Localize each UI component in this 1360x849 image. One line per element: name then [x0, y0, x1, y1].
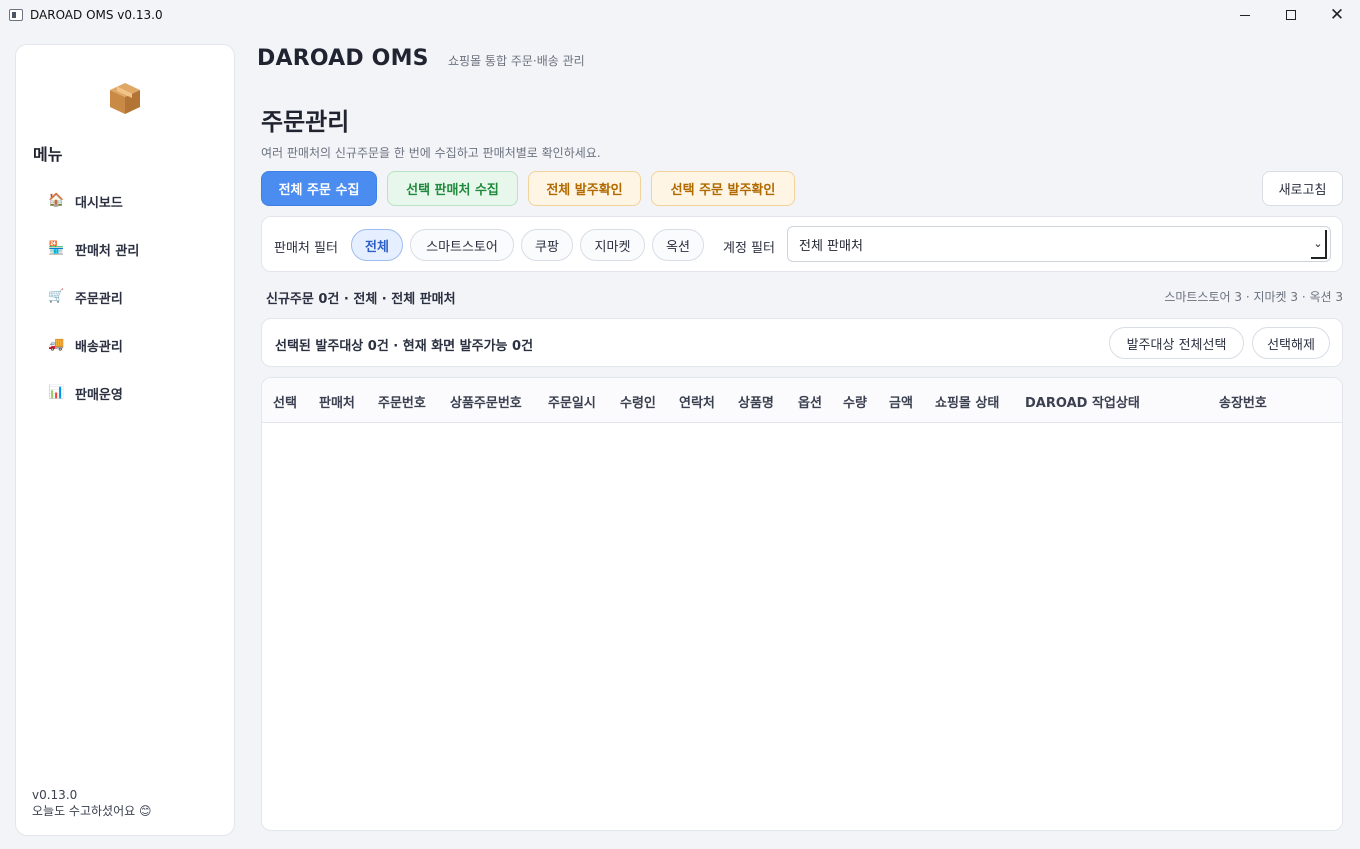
clear-selection-button[interactable]: 선택해제 — [1252, 327, 1330, 359]
sidebar-item-vendors[interactable]: 🏪 판매처 관리 — [48, 225, 139, 273]
sidebar-item-label: 대시보드 — [75, 195, 123, 211]
collect-selected-vendor-button[interactable]: 선택 판매처 수집 — [387, 171, 518, 206]
sidebar-nav: 🏠 대시보드 🏪 판매처 관리 🛒 주문관리 🚚 배송관리 📊 판매운영 — [48, 177, 139, 417]
app-name: DAROAD OMS — [257, 46, 429, 71]
close-icon: ✕ — [1329, 4, 1345, 25]
order-summary: 신규주문 0건 · 전체 · 전체 판매처 — [266, 292, 456, 307]
window-titlebar: DAROAD OMS v0.13.0 ✕ — [0, 0, 1360, 30]
home-icon: 🏠 — [48, 193, 65, 208]
column-header[interactable]: 송장번호 — [1219, 392, 1267, 411]
page-title: 주문관리 — [261, 108, 350, 136]
select-all-targets-button[interactable]: 발주대상 전체선택 — [1109, 327, 1244, 359]
chart-icon: 📊 — [48, 385, 65, 400]
app-icon — [9, 9, 23, 21]
sidebar-item-orders[interactable]: 🛒 주문관리 — [48, 273, 139, 321]
sidebar-footer: v0.13.0 오늘도 수고하셨어요 😊 — [32, 787, 152, 819]
collect-all-orders-button[interactable]: 전체 주문 수집 — [261, 171, 377, 206]
column-header[interactable]: 금액 — [889, 392, 913, 411]
sidebar-item-label: 판매운영 — [75, 387, 123, 403]
chevron-down-icon: ⌄ — [1311, 230, 1327, 259]
selection-status: 선택된 발주대상 0건 · 현재 화면 발주가능 0건 — [275, 339, 534, 354]
sidebar-item-shipping[interactable]: 🚚 배송관리 — [48, 321, 139, 369]
window-controls: ✕ — [1222, 0, 1360, 30]
column-header[interactable]: 수량 — [843, 392, 867, 411]
column-header[interactable]: 판매처 — [319, 392, 355, 411]
maximize-button[interactable] — [1268, 0, 1314, 30]
maximize-icon — [1286, 10, 1296, 20]
sidebar: 메뉴 🏠 대시보드 🏪 판매처 관리 🛒 주문관리 🚚 배송관리 📊 판매운영 … — [15, 44, 235, 836]
column-header[interactable]: 선택 — [273, 392, 297, 411]
greeting-text: 오늘도 수고하셨어요 😊 — [32, 804, 152, 818]
selection-bar: 선택된 발주대상 0건 · 현재 화면 발주가능 0건 발주대상 전체선택 선택… — [261, 318, 1343, 367]
filter-chip-auction[interactable]: 옥션 — [652, 229, 704, 261]
box-logo-icon — [110, 83, 140, 114]
column-header[interactable]: DAROAD 작업상태 — [1025, 392, 1140, 411]
truck-icon: 🚚 — [48, 337, 65, 352]
column-header[interactable]: 수령인 — [620, 392, 656, 411]
sidebar-item-dashboard[interactable]: 🏠 대시보드 — [48, 177, 139, 225]
version-label: v0.13.0 — [32, 788, 78, 802]
menu-title: 메뉴 — [33, 145, 63, 164]
account-filter-value: 전체 판매처 — [799, 238, 863, 254]
table-header: 선택 판매처 주문번호 상품주문번호 주문일시 수령인 연락처 상품명 옵션 수… — [262, 378, 1342, 423]
sidebar-item-label: 배송관리 — [75, 339, 123, 355]
orders-table: 선택 판매처 주문번호 상품주문번호 주문일시 수령인 연락처 상품명 옵션 수… — [261, 377, 1343, 831]
filter-chip-smartstore[interactable]: 스마트스토어 — [410, 229, 514, 261]
close-button[interactable]: ✕ — [1314, 0, 1360, 30]
column-header[interactable]: 주문번호 — [378, 392, 426, 411]
app-subtitle: 쇼핑몰 통합 주문·배송 관리 — [448, 54, 585, 68]
account-filter-select[interactable]: 전체 판매처 ⌄ — [787, 226, 1331, 262]
filter-bar: 판매처 필터 전체 스마트스토어 쿠팡 지마켓 옥션 계정 필터 전체 판매처 … — [261, 216, 1343, 272]
window-title: DAROAD OMS v0.13.0 — [30, 8, 163, 22]
filter-chip-all[interactable]: 전체 — [351, 229, 403, 261]
sidebar-item-label: 주문관리 — [75, 291, 123, 307]
column-header[interactable]: 상품명 — [738, 392, 774, 411]
sidebar-item-sales-ops[interactable]: 📊 판매운영 — [48, 369, 139, 417]
refresh-button[interactable]: 새로고침 — [1262, 171, 1343, 206]
account-filter-label: 계정 필터 — [723, 241, 775, 256]
confirm-selected-orders-button[interactable]: 선택 주문 발주확인 — [651, 171, 795, 206]
confirm-all-button[interactable]: 전체 발주확인 — [528, 171, 641, 206]
column-header[interactable]: 상품주문번호 — [450, 392, 522, 411]
minimize-button[interactable] — [1222, 0, 1268, 30]
column-header[interactable]: 주문일시 — [548, 392, 596, 411]
column-header[interactable]: 쇼핑몰 상태 — [935, 392, 999, 411]
filter-chip-coupang[interactable]: 쿠팡 — [521, 229, 573, 261]
cart-icon: 🛒 — [48, 289, 65, 304]
vendor-counts: 스마트스토어 3 · 지마켓 3 · 옥션 3 — [1164, 290, 1343, 304]
filter-chip-gmarket[interactable]: 지마켓 — [580, 229, 645, 261]
column-header[interactable]: 옵션 — [798, 392, 822, 411]
sidebar-item-label: 판매처 관리 — [75, 243, 140, 259]
minimize-icon — [1240, 14, 1250, 16]
store-icon: 🏪 — [48, 241, 65, 256]
column-header[interactable]: 연락처 — [679, 392, 715, 411]
vendor-filter-label: 판매처 필터 — [274, 241, 338, 256]
page-description: 여러 판매처의 신규주문을 한 번에 수집하고 판매처별로 확인하세요. — [261, 146, 601, 160]
